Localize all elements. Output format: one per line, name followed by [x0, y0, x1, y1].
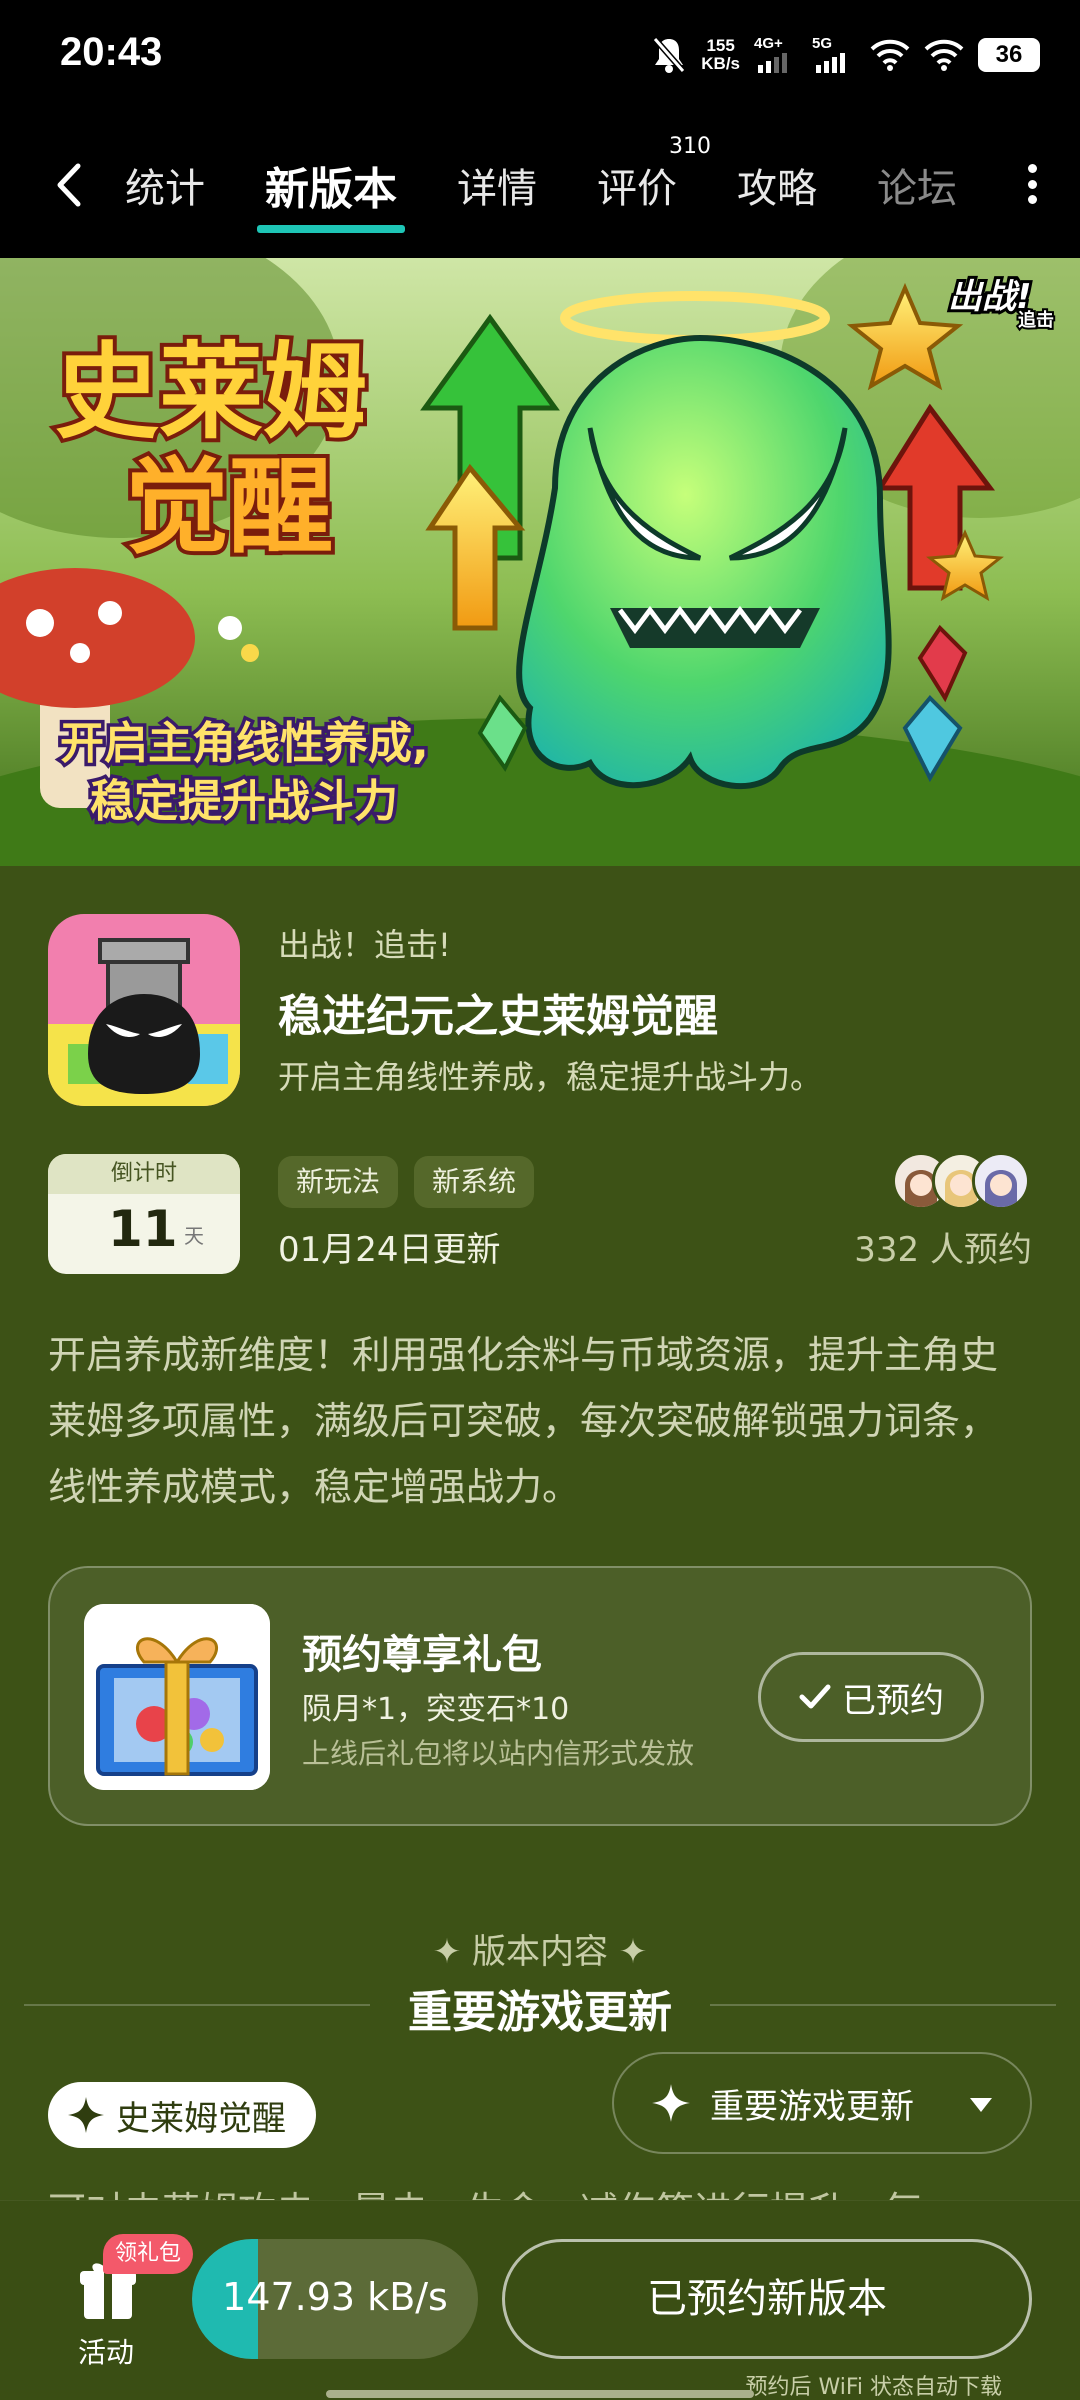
gift-box-icon: [84, 1604, 270, 1790]
gift-reserved-button[interactable]: 已预约: [758, 1652, 984, 1742]
tab-reviews-label: 评价: [597, 166, 677, 212]
section-kicker: ✦ 版本内容 ✦: [432, 1932, 648, 1972]
bottom-action-bar: 活动 领礼包 147.93 kB/s 已预约新版本 预约后 WiFi 状态自动下…: [0, 2200, 1080, 2400]
svg-text:开启主角线性养成,: 开启主角线性养成,: [60, 718, 429, 769]
tab-stats[interactable]: 统计: [125, 156, 205, 214]
review-count-badge: 310: [669, 134, 711, 159]
game-subtitle: 开启主角线性养成，稳定提升战斗力。: [278, 1058, 823, 1096]
update-date: 01月24日更新: [278, 1230, 501, 1270]
game-kicker: 出战！追击!: [278, 926, 451, 964]
version-banner[interactable]: 史莱姆 觉醒 开启主角线性养成, 稳定提升战斗力 出战! 追击: [0, 258, 1080, 866]
mute-bell-icon: [653, 37, 686, 73]
game-title: 稳进纪元之史莱姆觉醒: [278, 991, 718, 1042]
battery-icon: 36: [978, 38, 1040, 72]
countdown-unit: 天: [184, 1224, 204, 1248]
banner-art: 史莱姆 觉醒 开启主角线性养成, 稳定提升战斗力 出战! 追击: [0, 258, 1080, 866]
svg-text:稳定提升战斗力: 稳定提升战斗力: [90, 776, 398, 827]
chevron-down-icon: [970, 2098, 992, 2112]
check-icon: [799, 1684, 831, 1709]
tab-forum[interactable]: 论坛: [877, 156, 957, 214]
back-arrow-icon[interactable]: [48, 160, 92, 210]
status-time: 20:43: [60, 30, 163, 74]
countdown-label: 倒计时: [48, 1154, 240, 1194]
status-icons: 155 KB/s 4G+ 5G 36: [651, 30, 1040, 80]
tag-new-gameplay[interactable]: 新玩法: [278, 1156, 399, 1208]
update-type-dropdown[interactable]: 重要游戏更新: [612, 2052, 1032, 2154]
tab-reviews[interactable]: 评价 310: [597, 134, 711, 214]
net-speed: 155 KB/s: [701, 36, 740, 73]
version-description: 开启养成新维度！利用强化余料与币域资源，提升主角史莱姆多项属性，满级后可突破，每…: [48, 1333, 999, 1509]
tab-guides[interactable]: 攻略: [737, 156, 817, 214]
dropdown-value: 重要游戏更新: [710, 2086, 914, 2127]
top-nav: 统计 新版本 详情 评价 310 攻略 论坛: [0, 112, 1080, 258]
signal-icon: 5G: [812, 35, 856, 75]
feature-chip[interactable]: 史莱姆觉醒: [48, 2082, 316, 2148]
slime-illustration: [516, 334, 892, 790]
download-speed: 147.93 kB/s: [222, 2275, 448, 2319]
signal-icon: 4G+: [754, 35, 798, 75]
gift-title: 预约尊享礼包: [302, 1632, 542, 1678]
reserver-avatars[interactable]: [892, 1152, 1034, 1210]
wifi-download-note: 预约后 WiFi 状态自动下载: [745, 2375, 1002, 2400]
game-app-icon[interactable]: [48, 914, 240, 1106]
countdown-card: 倒计时 11 天: [48, 1154, 240, 1274]
status-bar: 20:43 155 KB/s 4G+ 5G 36: [0, 0, 1080, 112]
gift-reserved-label: 已预约: [842, 1680, 944, 1721]
gift-items: 陨月*1，突变石*10: [302, 1692, 570, 1727]
tab-new-version[interactable]: 新版本: [257, 153, 405, 233]
download-progress[interactable]: 147.93 kB/s: [192, 2239, 478, 2359]
reservation-count: 332 人预约: [854, 1230, 1032, 1270]
wifi-icon: [924, 39, 964, 71]
svg-text:觉醒: 觉醒: [125, 446, 333, 568]
feature-chip-label: 史莱姆觉醒: [116, 2098, 286, 2139]
avatar: [972, 1152, 1030, 1210]
sparkle-icon: [652, 2084, 690, 2122]
tab-bar: 统计 新版本 详情 评价 310 攻略 论坛: [125, 112, 1017, 258]
svg-text:史莱姆: 史莱姆: [55, 331, 367, 453]
reserved-new-version-button[interactable]: 已预约新版本: [502, 2239, 1032, 2359]
svg-text:追击: 追击: [1018, 309, 1054, 331]
activity-label: 活动: [78, 2336, 135, 2369]
wifi-icon: [870, 39, 910, 71]
tag-new-system[interactable]: 新系统: [414, 1156, 535, 1208]
countdown-value: 11: [108, 1200, 178, 1258]
gift-note: 上线后礼包将以站内信形式发放: [302, 1737, 695, 1770]
claim-gift-badge[interactable]: 领礼包: [103, 2234, 194, 2274]
tab-details[interactable]: 详情: [457, 156, 537, 214]
home-indicator[interactable]: [326, 2390, 754, 2398]
more-menu-icon[interactable]: [1024, 164, 1040, 204]
section-title: 重要游戏更新: [408, 1987, 672, 2038]
sparkle-icon: [68, 2097, 104, 2133]
reservation-gift-card: 预约尊享礼包 陨月*1，突变石*10 上线后礼包将以站内信形式发放 已预约: [48, 1566, 1032, 1826]
